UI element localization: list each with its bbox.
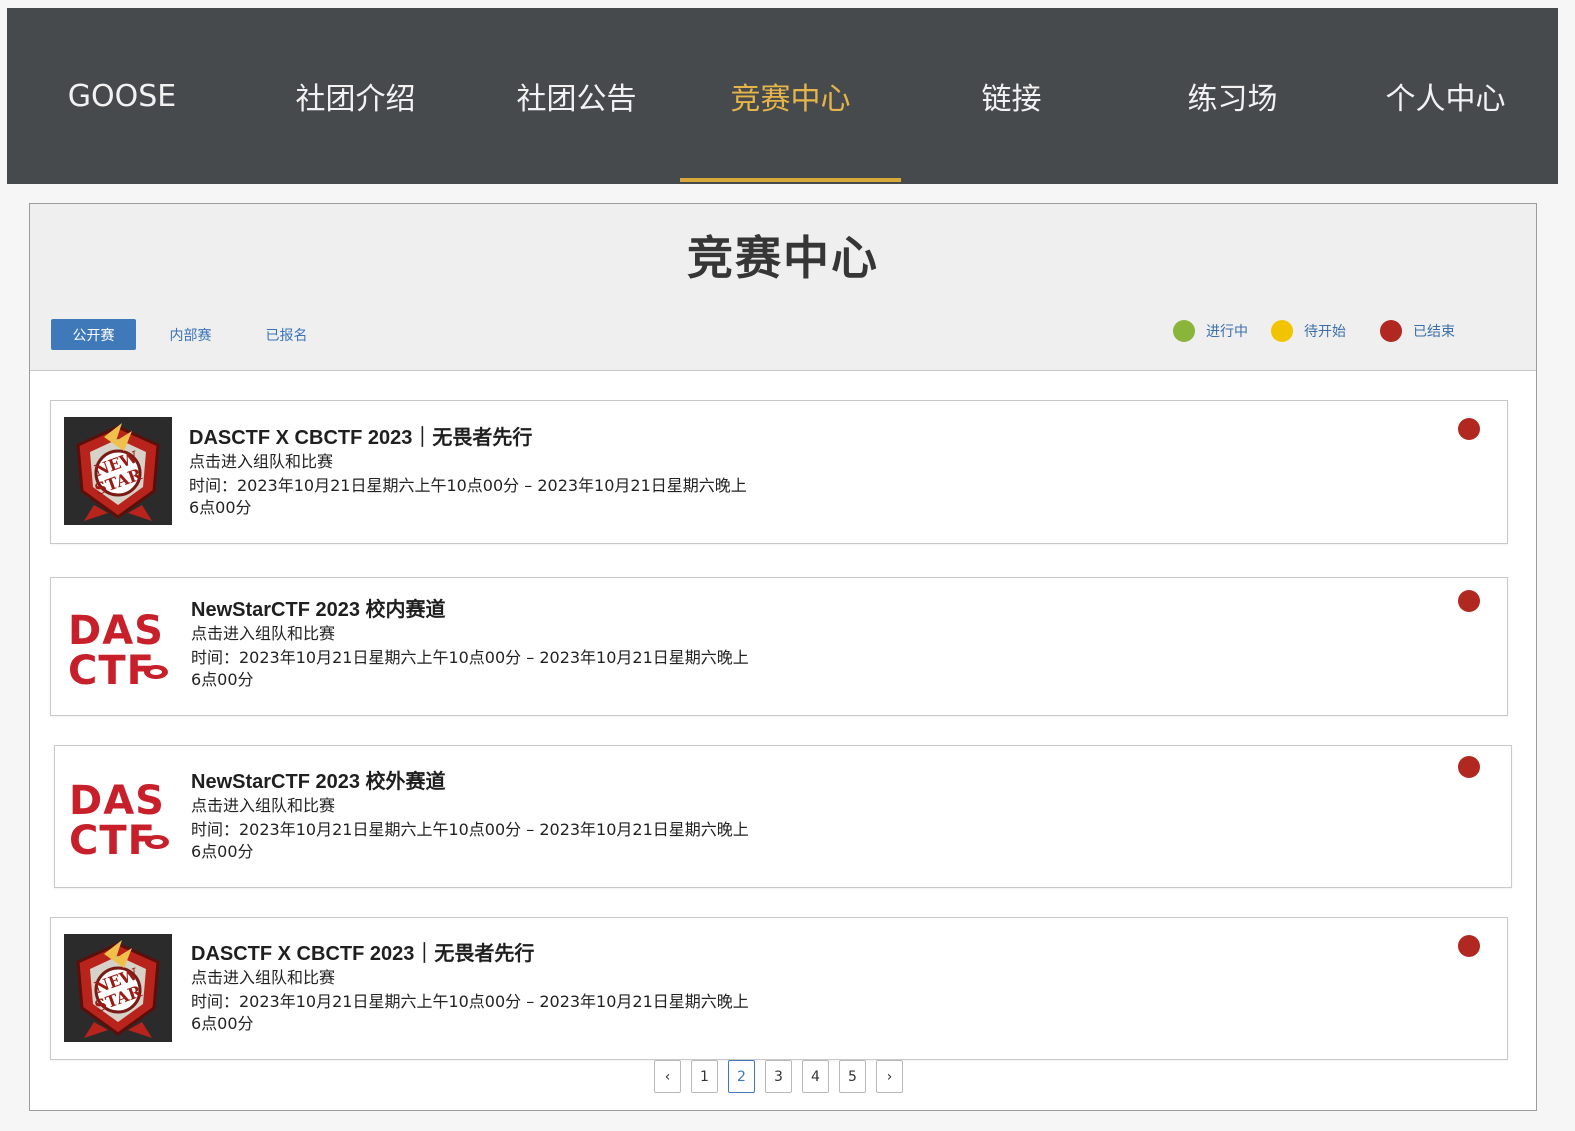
- page-title: 竞赛中心: [687, 231, 879, 285]
- competition-subtitle: 点击进入组队和比赛: [191, 968, 336, 987]
- nav-item-practice[interactable]: 练习场: [1122, 8, 1343, 184]
- status-dot-ended: [1458, 590, 1480, 612]
- pagination-prev-button[interactable]: ‹: [654, 1060, 681, 1093]
- tab-public[interactable]: 公开赛: [51, 319, 136, 350]
- status-dot-ended: [1458, 935, 1480, 957]
- status-dot-ended: [1458, 418, 1480, 440]
- svg-text:CTF: CTF: [68, 648, 155, 694]
- pagination-page-2[interactable]: 2: [728, 1060, 755, 1093]
- status-dot-ended: [1458, 756, 1480, 778]
- competition-subtitle: 点击进入组队和比赛: [191, 624, 336, 643]
- pagination-page-3[interactable]: 3: [765, 1060, 792, 1093]
- tab-registered[interactable]: 已报名: [244, 319, 329, 350]
- pagination-next-button[interactable]: ›: [876, 1060, 903, 1093]
- panel-header: 竞赛中心 公开赛 内部赛 已报名 进行中 待开始 已结束: [30, 204, 1536, 371]
- legend-ended: 已结束: [1380, 318, 1455, 344]
- legend-upcoming: 待开始: [1271, 318, 1346, 344]
- legend-label: 已结束: [1413, 324, 1455, 340]
- competition-card[interactable]: DAS CTF NewStarCTF 2023 校内赛道 点击进入组队和比赛 时…: [50, 577, 1508, 716]
- svg-text:CTF: CTF: [69, 818, 156, 864]
- legend-label: 待开始: [1304, 324, 1346, 340]
- legend-dot-upcoming: [1271, 320, 1293, 342]
- competition-card[interactable]: DAS CTF NewStarCTF 2023 校外赛道 点击进入组队和比赛 时…: [54, 745, 1512, 888]
- legend-ongoing: 进行中: [1173, 318, 1248, 344]
- legend-dot-ended: [1380, 320, 1402, 342]
- pagination-page-1[interactable]: 1: [691, 1060, 718, 1093]
- newstar-logo-icon: NEW STAR: [64, 417, 172, 525]
- competition-title[interactable]: DASCTF X CBCTF 2023｜无畏者先行: [191, 937, 534, 966]
- pagination-page-4[interactable]: 4: [802, 1060, 829, 1093]
- nav-item-club-notice[interactable]: 社团公告: [466, 8, 687, 184]
- dasctf-logo-icon: DAS CTF: [64, 592, 172, 700]
- competition-time: 时间：2023年10月21日星期六上午10点00分 – 2023年10月21日星…: [191, 992, 749, 1033]
- competition-time: 时间：2023年10月21日星期六上午10点00分 – 2023年10月21日星…: [189, 476, 747, 517]
- nav-active-indicator: [680, 178, 901, 182]
- nav-item-club-intro[interactable]: 社团介绍: [245, 8, 466, 184]
- competition-title[interactable]: NewStarCTF 2023 校外赛道: [191, 765, 446, 794]
- competition-subtitle: 点击进入组队和比赛: [191, 796, 336, 815]
- competition-subtitle: 点击进入组队和比赛: [189, 452, 334, 471]
- nav-item-profile[interactable]: 个人中心: [1343, 8, 1548, 184]
- top-nav: GOOSE 社团介绍 社团公告 竞赛中心 链接 练习场 个人中心: [7, 8, 1558, 184]
- competition-time: 时间：2023年10月21日星期六上午10点00分 – 2023年10月21日星…: [191, 648, 749, 689]
- nav-item-competition-center[interactable]: 竞赛中心: [680, 8, 901, 184]
- newstar-logo-icon: NEW STAR: [64, 934, 172, 1042]
- nav-item-links[interactable]: 链接: [901, 8, 1122, 184]
- competition-time: 时间：2023年10月21日星期六上午10点00分 – 2023年10月21日星…: [191, 820, 749, 861]
- legend-label: 进行中: [1206, 324, 1248, 340]
- tab-internal[interactable]: 内部赛: [148, 319, 233, 350]
- competition-title[interactable]: DASCTF X CBCTF 2023｜无畏者先行: [189, 421, 532, 450]
- competition-card[interactable]: NEW STAR DASCTF X CBCTF 2023｜无畏者先行 点击进入组…: [50, 917, 1508, 1060]
- competition-title[interactable]: NewStarCTF 2023 校内赛道: [191, 593, 446, 622]
- nav-brand[interactable]: GOOSE: [47, 8, 197, 184]
- competition-card[interactable]: NEW STAR DASCTF X CBCTF 2023｜无畏者先行 点击进入组…: [50, 400, 1508, 544]
- dasctf-logo-icon: DAS CTF: [65, 762, 173, 870]
- legend-dot-ongoing: [1173, 320, 1195, 342]
- pagination-page-5[interactable]: 5: [839, 1060, 866, 1093]
